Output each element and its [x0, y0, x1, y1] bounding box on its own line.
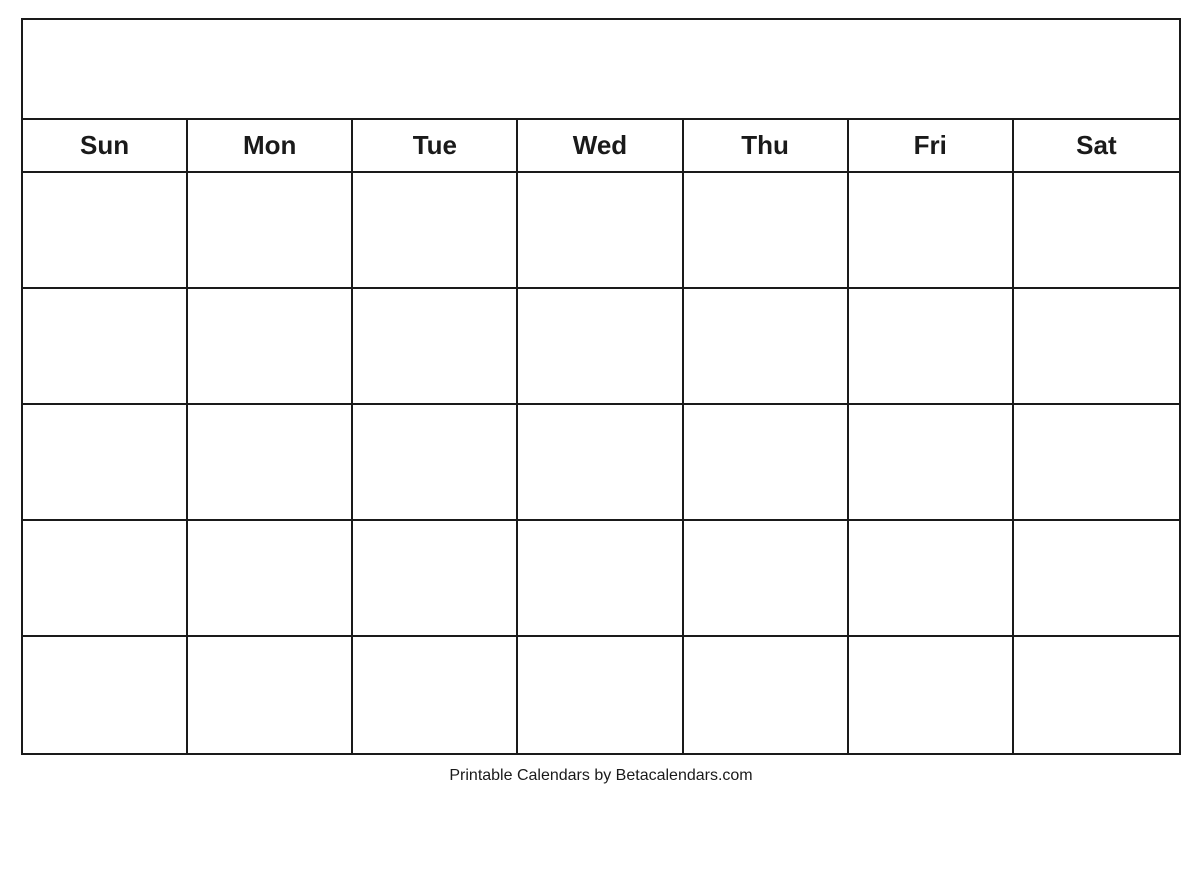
day-cell [23, 637, 188, 753]
day-cell [849, 637, 1014, 753]
day-cell [849, 521, 1014, 635]
header-wed: Wed [518, 120, 683, 171]
day-cell [1014, 173, 1179, 287]
day-cell [518, 173, 683, 287]
day-cell [518, 289, 683, 403]
week-row-2 [23, 289, 1179, 405]
header-sat: Sat [1014, 120, 1179, 171]
day-cell [23, 521, 188, 635]
day-cell [849, 173, 1014, 287]
day-cell [353, 521, 518, 635]
day-cell [23, 173, 188, 287]
day-cell [353, 637, 518, 753]
footer-text: Printable Calendars by Betacalendars.com [449, 767, 752, 785]
day-cell [849, 289, 1014, 403]
week-row-4 [23, 521, 1179, 637]
week-row-5 [23, 637, 1179, 753]
day-cell [353, 289, 518, 403]
calendar: Sun Mon Tue Wed Thu Fri Sat [21, 18, 1181, 755]
day-cell [518, 405, 683, 519]
day-cell [188, 289, 353, 403]
day-cell [684, 173, 849, 287]
day-cell [353, 173, 518, 287]
calendar-header: Sun Mon Tue Wed Thu Fri Sat [23, 120, 1179, 173]
day-cell [1014, 521, 1179, 635]
header-thu: Thu [684, 120, 849, 171]
week-row-1 [23, 173, 1179, 289]
day-cell [684, 289, 849, 403]
day-cell [518, 637, 683, 753]
day-cell [23, 405, 188, 519]
day-cell [1014, 289, 1179, 403]
day-cell [684, 521, 849, 635]
day-cell [518, 521, 683, 635]
day-cell [1014, 405, 1179, 519]
week-row-3 [23, 405, 1179, 521]
day-cell [188, 521, 353, 635]
day-cell [849, 405, 1014, 519]
header-sun: Sun [23, 120, 188, 171]
day-cell [188, 173, 353, 287]
calendar-title-area [23, 20, 1179, 120]
header-fri: Fri [849, 120, 1014, 171]
day-cell [188, 405, 353, 519]
calendar-body [23, 173, 1179, 753]
day-cell [23, 289, 188, 403]
day-cell [353, 405, 518, 519]
header-tue: Tue [353, 120, 518, 171]
day-cell [684, 637, 849, 753]
day-cell [188, 637, 353, 753]
day-cell [1014, 637, 1179, 753]
day-cell [684, 405, 849, 519]
header-mon: Mon [188, 120, 353, 171]
